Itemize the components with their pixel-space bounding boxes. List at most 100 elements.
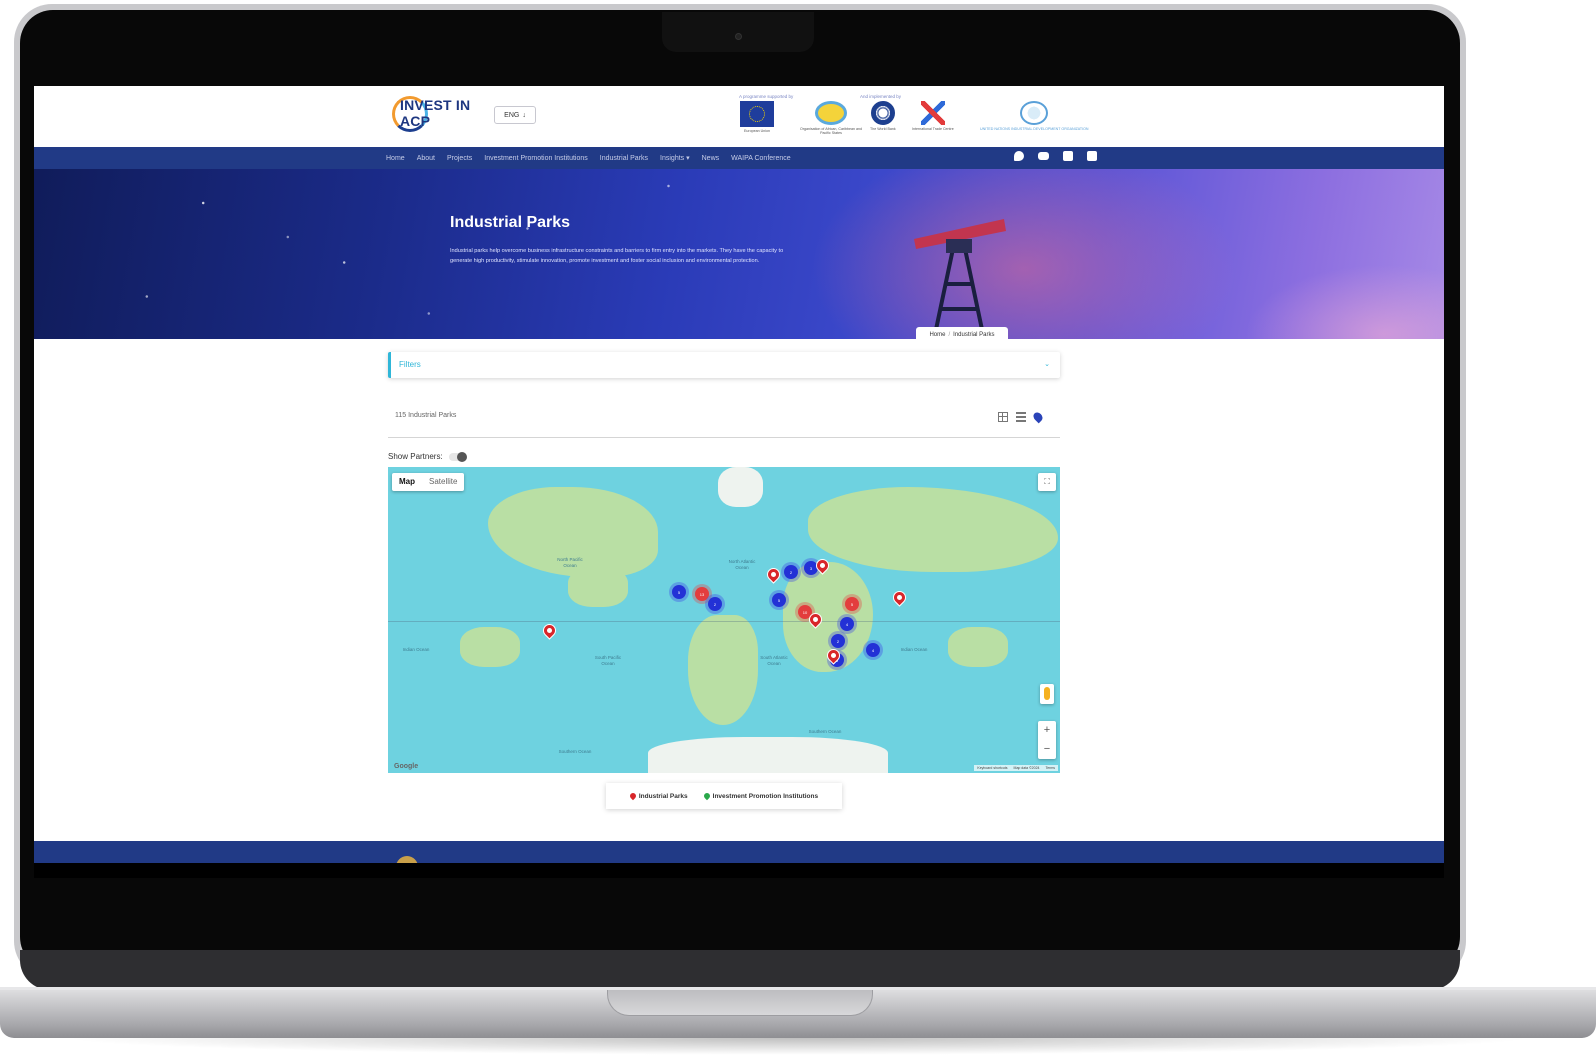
sponsor-label: The World Bank	[870, 127, 896, 131]
results-count: 115 Industrial Parks	[395, 412, 457, 419]
zoom-control: + −	[1038, 721, 1056, 759]
terms-link[interactable]: Terms	[1045, 766, 1055, 770]
map-cluster[interactable]: 5	[672, 585, 686, 599]
greenland-landmass	[718, 467, 763, 507]
nav-item-insights-label: Insights	[660, 155, 685, 162]
logo-text: INVEST IN ACP	[400, 97, 471, 129]
map-type-map[interactable]: Map	[392, 473, 422, 491]
map-cluster[interactable]: 5	[845, 597, 859, 611]
site-footer	[34, 841, 1444, 878]
equator-line	[388, 621, 1060, 622]
supported-by-caption: A programme supported by	[739, 94, 794, 99]
show-partners-label: Show Partners:	[388, 452, 443, 461]
nav-item-about[interactable]: About	[417, 155, 435, 162]
ocean-label: Southern Ocean	[808, 729, 842, 734]
breadcrumb-separator: /	[948, 332, 951, 338]
breadcrumb-home[interactable]: Home	[929, 332, 945, 338]
laptop-mockup: INVEST IN ACP ENG ↓ A programme supporte…	[0, 0, 1596, 1055]
sponsor-eu[interactable]: European Union	[740, 101, 774, 139]
map-type-satellite[interactable]: Satellite	[422, 473, 464, 491]
unido-logo-icon	[1020, 101, 1049, 125]
zoom-out-button[interactable]: −	[1038, 740, 1056, 759]
industrial-park-marker[interactable]	[890, 588, 909, 607]
ocean-label: Southern Ocean	[558, 749, 592, 754]
show-partners-row: Show Partners:	[388, 451, 467, 462]
filters-label: Filters	[399, 360, 421, 369]
industrial-park-marker[interactable]	[764, 565, 783, 584]
street-view-pegman-icon[interactable]	[1040, 684, 1054, 704]
laptop-shadow	[60, 1038, 1536, 1055]
central-america-landmass	[568, 567, 628, 607]
legend-label: Investment Promotion Institutions	[712, 792, 819, 800]
nav-item-home[interactable]: Home	[386, 155, 405, 162]
implemented-by-caption: And implemented by	[860, 94, 902, 99]
grid-view-icon[interactable]	[998, 412, 1008, 422]
linkedin-icon[interactable]	[1087, 151, 1097, 161]
main-nav: Home About Projects Investment Promotion…	[34, 147, 1444, 169]
nav-item-projects[interactable]: Projects	[447, 155, 472, 162]
fullscreen-icon[interactable]: ⛶	[1038, 473, 1056, 491]
itc-logo-icon	[920, 101, 945, 125]
legend-item-industrial-parks: Industrial Parks	[628, 791, 688, 801]
eu-flag-icon	[740, 101, 774, 127]
results-divider	[388, 437, 1060, 438]
camera-notch	[662, 12, 814, 52]
map-cluster[interactable]: 4	[840, 617, 854, 631]
show-partners-toggle[interactable]	[448, 451, 467, 462]
map-cluster[interactable]: 2	[784, 565, 798, 579]
red-pin-icon	[628, 791, 638, 801]
legend-label: Industrial Parks	[638, 792, 688, 800]
social-links	[1014, 151, 1097, 161]
invest-in-acp-logo[interactable]: INVEST IN ACP	[392, 96, 492, 132]
map-cluster[interactable]: 2	[831, 634, 845, 648]
nav-item-insights[interactable]: Insights ▾	[660, 154, 690, 162]
map-view-icon[interactable]	[1031, 410, 1045, 424]
nav-item-industrial-parks[interactable]: Industrial Parks	[600, 155, 648, 162]
laptop-open-groove	[607, 990, 873, 1016]
view-switcher	[998, 410, 1045, 424]
nav-item-waipa[interactable]: WAIPA Conference	[731, 155, 791, 162]
sponsor-oacps[interactable]: Organisation of African, Caribbean and P…	[796, 101, 866, 139]
sponsor-label: International Trade Centre	[912, 127, 954, 131]
nav-item-ipis[interactable]: Investment Promotion Institutions	[484, 155, 588, 162]
map-type-control: Map Satellite	[392, 473, 465, 491]
browser-screen: INVEST IN ACP ENG ↓ A programme supporte…	[34, 86, 1444, 878]
hero-banner: Industrial Parks Industrial parks help o…	[34, 169, 1444, 339]
page-description: Industrial parks help overcome business …	[450, 248, 784, 264]
map-cluster[interactable]: 13	[695, 587, 709, 601]
map-view[interactable]: North Pacific Ocean North Atlantic Ocean…	[388, 467, 1060, 773]
breadcrumb-current: Industrial Parks	[953, 332, 995, 338]
sponsor-world-bank[interactable]: The World Bank	[870, 101, 896, 139]
nav-item-news[interactable]: News	[702, 155, 720, 162]
sponsor-unido[interactable]: UNITED NATIONS INDUSTRIAL DEVELOPMENT OR…	[980, 101, 1089, 139]
list-view-icon[interactable]	[1016, 412, 1026, 422]
language-selector[interactable]: ENG ↓	[494, 106, 536, 124]
filters-accordion[interactable]: Filters ⌄	[388, 352, 1060, 378]
antarctica-landmass	[648, 737, 888, 773]
keyboard-shortcuts-link[interactable]: Keyboard shortcuts	[977, 766, 1007, 770]
map-cluster[interactable]: 5	[772, 593, 786, 607]
zoom-in-button[interactable]: +	[1038, 721, 1056, 740]
ocean-label: North Atlantic Ocean	[728, 559, 756, 570]
twitter-icon[interactable]	[1014, 151, 1024, 161]
map-attribution: Keyboard shortcuts Map data ©2024 Terms	[974, 765, 1058, 771]
laptop-chin	[20, 950, 1460, 990]
arrow-down-icon: ↓	[522, 111, 526, 119]
facebook-icon[interactable]	[1063, 151, 1073, 161]
google-logo: Google	[394, 763, 419, 770]
australia-landmass	[948, 627, 1008, 667]
chevron-down-icon: ⌄	[1044, 361, 1050, 368]
industrial-park-marker[interactable]	[540, 621, 559, 640]
camera-icon	[735, 33, 742, 40]
nav-items: Home About Projects Investment Promotion…	[386, 147, 791, 169]
youtube-icon[interactable]	[1038, 152, 1049, 160]
map-cluster[interactable]: 4	[866, 643, 880, 657]
site-header: INVEST IN ACP ENG ↓ A programme supporte…	[34, 86, 1444, 147]
sponsor-itc[interactable]: International Trade Centre	[912, 101, 954, 139]
ocean-label: South Atlantic Ocean	[760, 655, 788, 666]
world-bank-logo-icon	[870, 101, 895, 125]
map-cluster[interactable]: 2	[708, 597, 722, 611]
green-pin-icon	[702, 791, 711, 801]
ocean-label: Indian Ocean	[402, 647, 430, 652]
legend-item-ipis: Investment Promotion Institutions	[702, 791, 819, 801]
